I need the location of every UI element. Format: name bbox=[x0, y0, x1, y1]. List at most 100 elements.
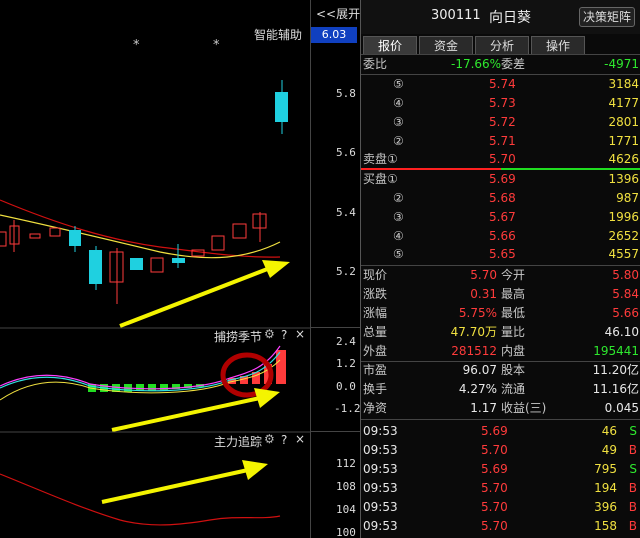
candle bbox=[150, 257, 164, 273]
tab-operation[interactable]: 操作 bbox=[531, 36, 585, 54]
quote-value: 5.70 bbox=[470, 268, 497, 282]
buy-level-row[interactable]: ⑤ 5.65 4557 bbox=[361, 245, 640, 264]
price-axis-tick: 5.6 bbox=[336, 146, 356, 159]
annotation-arrow bbox=[119, 260, 290, 328]
quote-label: 涨跌 bbox=[363, 287, 388, 301]
buy-level-row[interactable]: ③ 5.67 1996 bbox=[361, 208, 640, 227]
price-axis-tick: 5.8 bbox=[336, 87, 356, 100]
tick-side: S bbox=[629, 462, 637, 476]
level-label: ⑤ bbox=[393, 77, 404, 91]
quote-row: 现价 5.70 今开 5.80 bbox=[361, 266, 640, 285]
quote-value: 47.70万 bbox=[450, 325, 497, 339]
quote-value: 0.31 bbox=[470, 287, 497, 301]
stock-name: 向日葵 bbox=[489, 10, 531, 26]
fund-value: 1.17 bbox=[470, 401, 497, 415]
level-price: 5.67 bbox=[489, 210, 516, 224]
tick-price: 5.69 bbox=[481, 424, 508, 438]
level-volume: 1996 bbox=[608, 210, 639, 224]
tick-volume: 46 bbox=[601, 424, 617, 438]
level-label: 买盘① bbox=[363, 172, 398, 186]
tick-row[interactable]: 09:53 5.70 49 B bbox=[361, 441, 640, 460]
tick-price: 5.70 bbox=[481, 500, 508, 514]
sub1-axis-tick: 1.2 bbox=[336, 357, 356, 370]
decision-matrix-button[interactable]: 决策矩阵 bbox=[579, 7, 635, 27]
quote-value: 5.66 bbox=[612, 306, 639, 320]
buy-level-row[interactable]: ④ 5.66 2652 bbox=[361, 227, 640, 246]
tick-volume: 795 bbox=[594, 462, 617, 476]
fundamental-row: 换手 4.27% 流通 11.16亿 bbox=[361, 380, 640, 399]
buy-level-row[interactable]: ② 5.68 987 bbox=[361, 189, 640, 208]
tick-price: 5.70 bbox=[481, 443, 508, 457]
help-icon[interactable]: ? bbox=[281, 433, 287, 447]
candles bbox=[0, 80, 288, 304]
sell-level-row[interactable]: ② 5.71 1771 bbox=[361, 132, 640, 151]
fund-label: 换手 bbox=[363, 382, 388, 396]
price-axis-tick: 5.2 bbox=[336, 265, 356, 278]
annotation-arrow bbox=[101, 460, 268, 504]
quote-value: 5.75% bbox=[458, 306, 497, 320]
sub1-axis-tick: 2.4 bbox=[336, 335, 356, 348]
price-axis-tick: 5.4 bbox=[336, 206, 356, 219]
candle bbox=[89, 250, 102, 284]
tick-volume: 49 bbox=[601, 443, 617, 457]
fund-value: 4.27% bbox=[458, 382, 497, 396]
level-price: 5.66 bbox=[489, 229, 516, 243]
quote-row: 总量 47.70万 量比 46.10 bbox=[361, 323, 640, 342]
tick-row[interactable]: 09:53 5.69 795 S bbox=[361, 460, 640, 479]
quote-value: 281512 bbox=[451, 344, 497, 358]
sell-level-row[interactable]: ③ 5.72 2801 bbox=[361, 113, 640, 132]
sell-level-row[interactable]: ④ 5.73 4177 bbox=[361, 94, 640, 113]
indicator-bar bbox=[136, 384, 144, 391]
fund-label: 收益(三) bbox=[501, 401, 547, 415]
close-icon[interactable]: × bbox=[295, 327, 305, 341]
weibi-row: 委比 -17.66% 委差 -4971 bbox=[361, 55, 640, 74]
fund-value: 11.16亿 bbox=[592, 382, 639, 396]
kline-chart-area[interactable]: 智能辅助 * * 捕捞季节 ⚙ ? × 主力追踪 ⚙ ? × bbox=[0, 0, 310, 538]
level-price: 5.71 bbox=[489, 134, 516, 148]
tick-row[interactable]: 09:53 5.69 46 S bbox=[361, 422, 640, 441]
candle bbox=[130, 258, 143, 270]
help-icon[interactable]: ? bbox=[281, 328, 287, 342]
indicator-bar bbox=[148, 384, 156, 391]
sub2-axis-tick: 100 bbox=[336, 526, 356, 538]
candle bbox=[172, 258, 185, 263]
tick-time: 09:53 bbox=[363, 481, 398, 495]
tick-side: B bbox=[628, 500, 637, 514]
current-price-tag: 6.03 bbox=[311, 27, 357, 43]
sub2-axis-tick: 112 bbox=[336, 457, 356, 470]
expand-button[interactable]: <<展开 bbox=[316, 5, 360, 22]
tick-volume: 158 bbox=[594, 519, 617, 533]
buy-level-row[interactable]: 买盘① 5.69 1396 bbox=[361, 170, 640, 189]
gear-icon[interactable]: ⚙ bbox=[264, 327, 275, 341]
tab-funds[interactable]: 资金 bbox=[419, 36, 473, 54]
quote-label: 外盘 bbox=[363, 344, 388, 358]
gear-icon[interactable]: ⚙ bbox=[264, 432, 275, 446]
sell-level-row[interactable]: ⑤ 5.74 3184 bbox=[361, 75, 640, 94]
tab-analysis[interactable]: 分析 bbox=[475, 36, 529, 54]
candle bbox=[275, 92, 288, 122]
quote-row: 外盘 281512 内盘 195441 bbox=[361, 342, 640, 361]
level-volume: 2652 bbox=[608, 229, 639, 243]
weibi-label: 委比 bbox=[363, 57, 388, 71]
sell-level-row[interactable]: 卖盘① 5.70 4626 bbox=[361, 150, 640, 169]
tick-time: 09:53 bbox=[363, 519, 398, 533]
level-volume: 4177 bbox=[608, 96, 639, 110]
quote-label: 内盘 bbox=[501, 344, 526, 358]
tick-row[interactable]: 09:53 5.70 158 B bbox=[361, 517, 640, 536]
fund-label: 股本 bbox=[501, 363, 526, 377]
level-label: ⑤ bbox=[393, 247, 404, 261]
tab-quote[interactable]: 报价 bbox=[363, 36, 417, 54]
level-label: ④ bbox=[393, 229, 404, 243]
level-price: 5.65 bbox=[489, 247, 516, 261]
quote-label: 现价 bbox=[363, 268, 388, 282]
quote-label: 最高 bbox=[501, 287, 526, 301]
close-icon[interactable]: × bbox=[295, 432, 305, 446]
quote-row: 涨跌 0.31 最高 5.84 bbox=[361, 285, 640, 304]
quote-row: 涨幅 5.75% 最低 5.66 bbox=[361, 304, 640, 323]
fundamental-row: 净资 1.17 收益(三) 0.045 bbox=[361, 399, 640, 418]
tick-row[interactable]: 09:53 5.70 194 B bbox=[361, 479, 640, 498]
fund-value: 0.045 bbox=[604, 401, 639, 415]
weicha-label: 委差 bbox=[501, 57, 526, 71]
tick-price: 5.70 bbox=[481, 519, 508, 533]
tick-row[interactable]: 09:53 5.70 396 B bbox=[361, 498, 640, 517]
